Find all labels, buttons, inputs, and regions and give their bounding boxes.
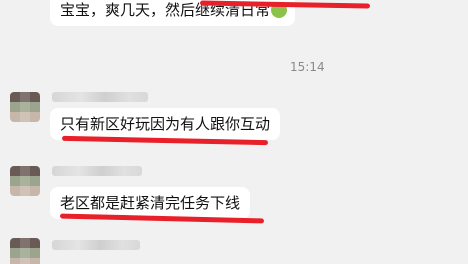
- message-text: 老区都是赶紧清完任务下线: [60, 194, 241, 212]
- chat-window: 宝宝，爽几天，然后继续清日常 15:14 只有新区好玩因为有人跟你互动 老区都是…: [0, 0, 468, 264]
- sender-name-blurred: [52, 240, 140, 250]
- avatar[interactable]: [10, 92, 40, 122]
- avatar[interactable]: [10, 166, 40, 196]
- avatar[interactable]: [10, 238, 40, 264]
- sender-name-blurred: [52, 166, 142, 176]
- message-timestamp: 15:14: [290, 60, 325, 74]
- message-bubble[interactable]: 只有新区好玩因为有人跟你互动: [50, 108, 281, 140]
- message-text: 只有新区好玩因为有人跟你互动: [60, 115, 271, 133]
- sender-name-blurred: [52, 92, 148, 102]
